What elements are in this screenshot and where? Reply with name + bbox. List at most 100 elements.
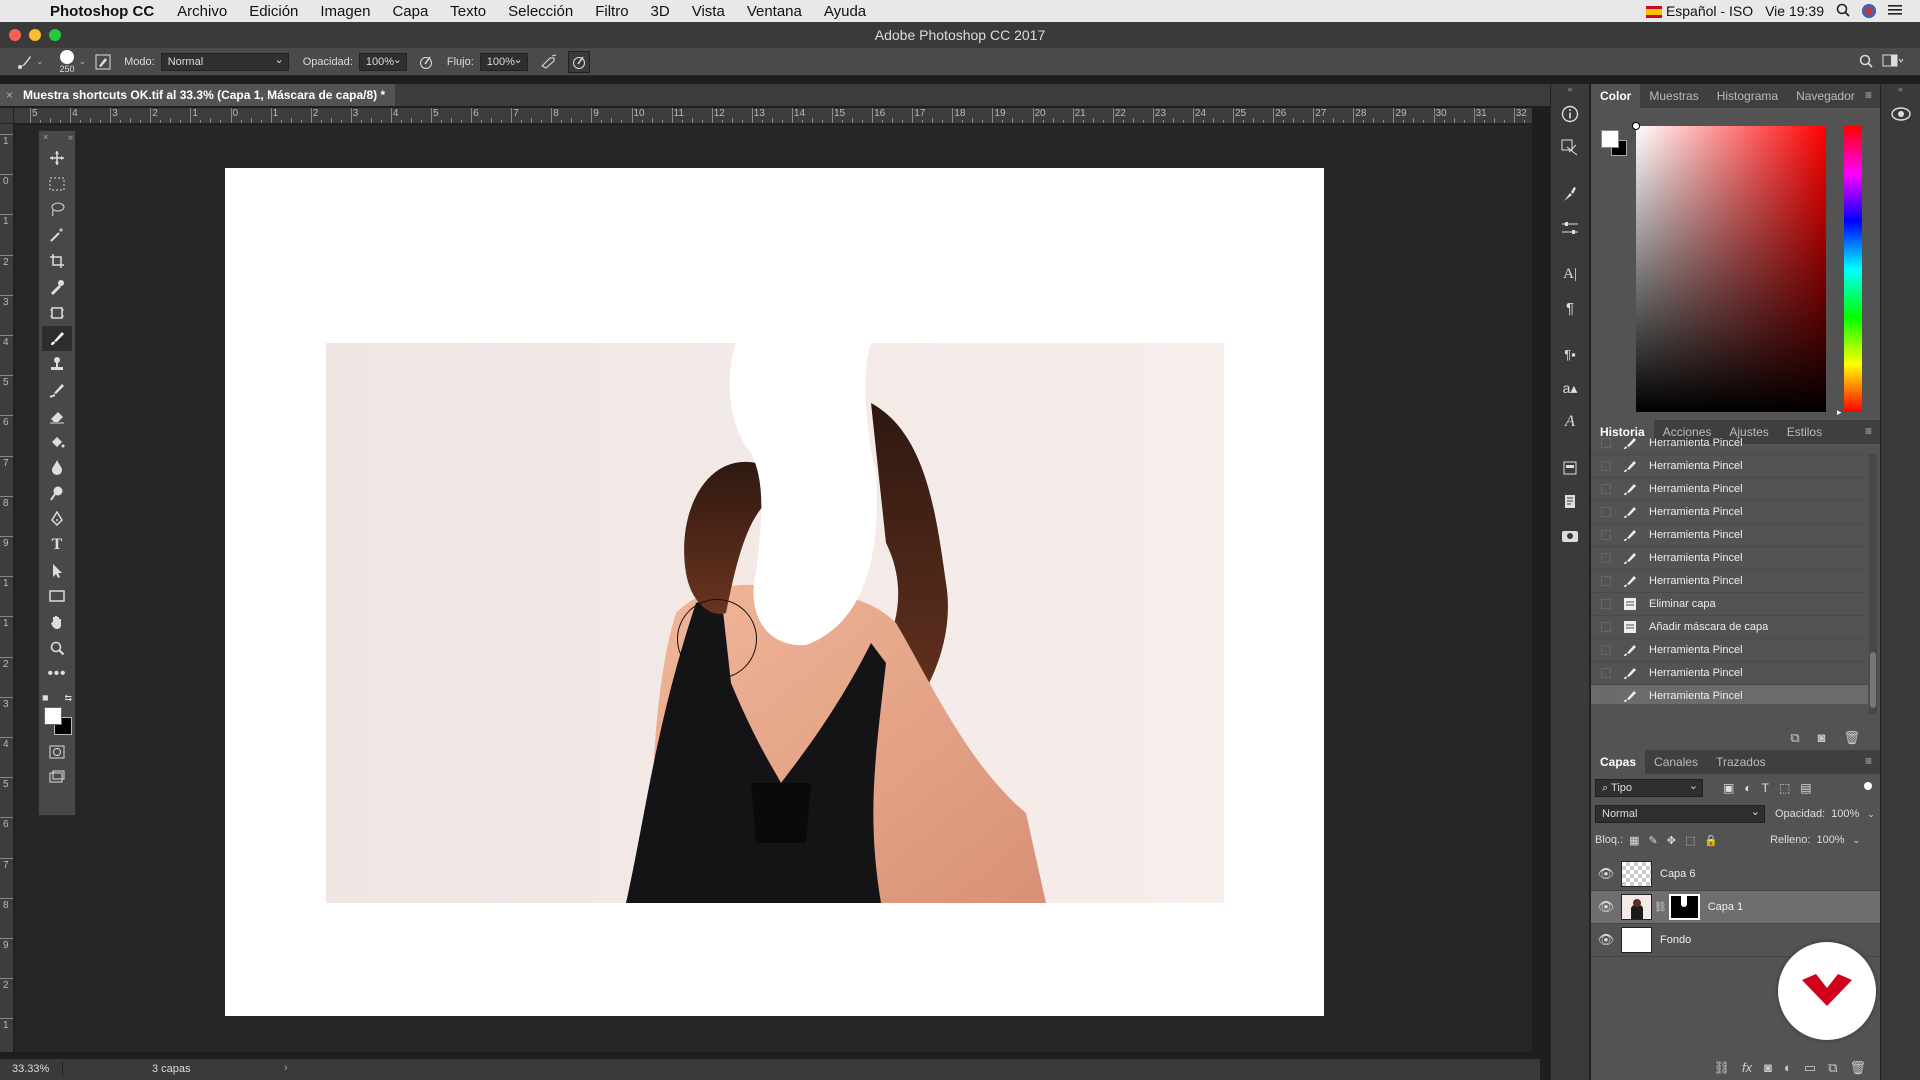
history-source-checkbox[interactable] (1601, 461, 1611, 471)
layer-thumbnail-photo[interactable] (1621, 894, 1652, 920)
blur-tool[interactable] (42, 455, 72, 481)
info-panel-icon[interactable] (1556, 100, 1584, 128)
history-brush-tool[interactable] (42, 377, 72, 403)
fill-value[interactable]: 100% (1816, 834, 1844, 846)
delete-layer-icon[interactable]: 🗑 (1849, 1060, 1866, 1076)
menu-app-name[interactable]: Photoshop CC (42, 3, 166, 20)
history-state[interactable]: Herramienta Pincel (1591, 478, 1868, 501)
foreground-color-swatch[interactable] (44, 706, 62, 725)
photo-layer[interactable] (326, 343, 1224, 903)
history-source-checkbox[interactable] (1601, 553, 1611, 563)
layer-name[interactable]: Capa 1 (1708, 901, 1743, 913)
history-state[interactable]: Herramienta Pincel (1591, 685, 1868, 704)
minimize-window-button[interactable] (29, 29, 41, 41)
color-panel-menu-icon[interactable]: ≡ (1865, 88, 1872, 102)
path-select-tool[interactable] (42, 558, 72, 584)
history-source-checkbox[interactable] (1601, 668, 1611, 678)
tab-trazados[interactable]: Trazados (1707, 750, 1775, 774)
color-picker-cursor[interactable] (1632, 122, 1640, 130)
tab-muestras[interactable]: Muestras (1640, 84, 1707, 108)
more-tools[interactable]: ••• (42, 661, 72, 687)
layer-row-capa-6[interactable]: 👁 Capa 6 (1591, 858, 1880, 891)
rectangle-tool[interactable] (42, 584, 72, 610)
stamp-tool[interactable] (42, 351, 72, 377)
hand-tool[interactable] (42, 609, 72, 635)
close-toolbox-icon[interactable]: × (43, 132, 48, 142)
zoom-level[interactable]: 33.33% (12, 1063, 49, 1075)
menu-filtro[interactable]: Filtro (584, 3, 639, 20)
hue-slider[interactable]: ▸ (1837, 126, 1862, 417)
paragraph-styles-icon[interactable]: ¶▪ (1556, 340, 1584, 368)
new-layer-icon[interactable]: ⧉ (1828, 1060, 1837, 1076)
collapse-toolbox-icon[interactable]: » (68, 132, 73, 142)
lasso-tool[interactable] (42, 197, 72, 223)
menu-ayuda[interactable]: Ayuda (813, 3, 877, 20)
history-scrollbar[interactable] (1869, 454, 1877, 714)
history-state[interactable]: Añadir máscara de capa (1591, 616, 1868, 639)
new-snapshot-icon[interactable]: ◙ (1818, 730, 1826, 746)
tab-navegador[interactable]: Navegador (1787, 84, 1864, 108)
menu-archivo[interactable]: Archivo (166, 3, 238, 20)
menu-vista[interactable]: Vista (681, 3, 736, 20)
lock-pixels-icon[interactable]: ✎ (1649, 834, 1658, 847)
hue-slider-handle[interactable]: ▸ (1837, 407, 1842, 418)
history-source-checkbox[interactable] (1601, 576, 1611, 586)
character-panel-icon[interactable]: A| (1556, 260, 1584, 288)
layers-panel-menu-icon[interactable]: ≡ (1865, 754, 1872, 768)
glyphs-panel-icon[interactable]: A (1556, 408, 1584, 436)
paint-bucket-tool[interactable] (42, 429, 72, 455)
layer-visibility-eye-icon[interactable]: 👁 (1591, 866, 1621, 882)
magic-wand-tool[interactable] (42, 222, 72, 248)
filter-type-icon[interactable]: T (1762, 781, 1769, 795)
brush-tool[interactable] (42, 325, 72, 352)
screen-mode-button[interactable] (42, 765, 72, 791)
history-state[interactable]: Herramienta Pincel (1591, 570, 1868, 593)
layer-opacity-chevron-icon[interactable]: ⌄ (1867, 809, 1875, 820)
history-scrollbar-thumb[interactable] (1870, 652, 1876, 708)
paragraph-panel-icon[interactable]: ¶ (1556, 294, 1584, 322)
collapse-strip-icon[interactable]: « (1551, 84, 1589, 94)
brush-preset-icon[interactable] (14, 51, 36, 73)
marquee-tool[interactable] (42, 171, 72, 197)
menubar-clock[interactable]: Vie 19:39 (1765, 3, 1824, 19)
dodge-tool[interactable] (42, 480, 72, 506)
layer-visibility-eye-icon[interactable]: 👁 (1591, 932, 1621, 948)
filter-pixel-icon[interactable]: ▣ (1723, 781, 1734, 795)
tab-canales[interactable]: Canales (1645, 750, 1707, 774)
layer-visibility-eye-icon[interactable]: 👁 (1591, 899, 1621, 915)
filter-smart-object-icon[interactable]: ▤ (1800, 781, 1811, 795)
workspace-switcher-icon[interactable] (1882, 53, 1904, 72)
tab-histograma[interactable]: Histograma (1708, 84, 1787, 108)
filter-toggle-icon[interactable] (1864, 782, 1872, 790)
layer-style-fx-icon[interactable]: fx (1742, 1060, 1752, 1076)
lock-all-icon[interactable]: 🔒 (1704, 834, 1718, 847)
filter-shape-icon[interactable]: ⬚ (1779, 781, 1790, 795)
document-info[interactable]: 3 capas (152, 1063, 191, 1075)
brush-size-chevron-icon[interactable]: ⌄ (79, 56, 87, 67)
document-tab[interactable]: × Muestra shortcuts OK.tif al 33.3% (Cap… (0, 84, 396, 106)
close-document-icon[interactable]: × (6, 88, 13, 102)
character-styles-icon[interactable]: a▴ (1556, 374, 1584, 402)
layer-mask-thumbnail[interactable] (1668, 894, 1700, 920)
history-state[interactable]: Herramienta Pincel (1591, 524, 1868, 547)
delete-state-icon[interactable]: 🗑 (1843, 730, 1860, 746)
history-state[interactable]: Herramienta Pincel (1591, 547, 1868, 570)
history-source-checkbox[interactable] (1601, 599, 1611, 609)
history-source-checkbox[interactable] (1601, 507, 1611, 517)
menu-3d[interactable]: 3D (640, 3, 681, 20)
history-source-checkbox[interactable] (1601, 691, 1611, 701)
brush-size-picker[interactable]: 250 (60, 49, 75, 74)
history-source-checkbox[interactable] (1601, 645, 1611, 655)
layer-name[interactable]: Fondo (1660, 934, 1691, 946)
lock-position-icon[interactable]: ✥ (1667, 834, 1676, 847)
pressure-size-icon[interactable] (567, 50, 590, 73)
tab-capas[interactable]: Capas (1591, 750, 1646, 774)
layer-row-capa-1[interactable]: 👁 ⛓ Capa 1 (1591, 891, 1880, 924)
libraries-panel-icon[interactable] (1556, 522, 1584, 550)
pen-tool[interactable] (42, 506, 72, 532)
vertical-ruler[interactable]: 101234567891123456789212 (0, 124, 14, 1052)
history-source-checkbox[interactable] (1601, 622, 1611, 632)
quick-mask-button[interactable] (42, 739, 72, 765)
panel-foreground-color[interactable] (1601, 130, 1619, 148)
status-expand-chevron-icon[interactable]: › (284, 1062, 288, 1074)
